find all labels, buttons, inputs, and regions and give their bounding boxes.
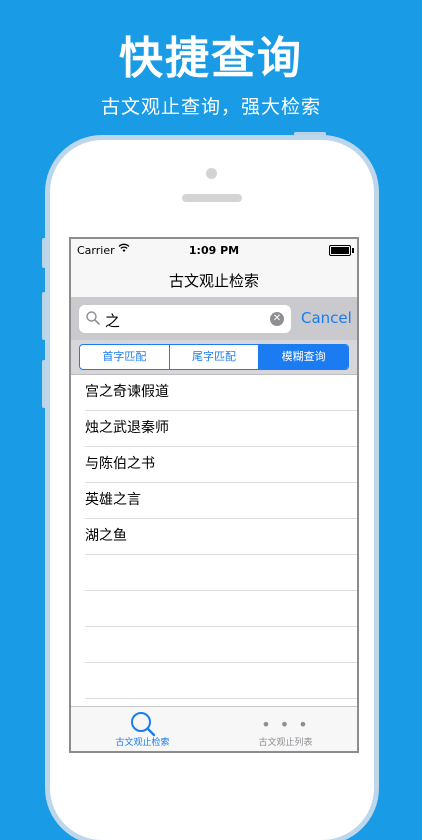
empty-row [85, 591, 357, 627]
search-input-value[interactable]: 之 [105, 310, 120, 331]
search-input[interactable]: 之 ✕ [79, 305, 291, 333]
battery-level-fill [331, 247, 349, 254]
phone-mute-switch [42, 238, 47, 268]
navigation-bar: 古文观止检索 [71, 261, 357, 298]
segment-fuzzy-search[interactable]: 模糊查询 [258, 345, 348, 369]
more-icon: • • • [261, 715, 310, 734]
search-mode-segmented-control: 首字匹配 尾字匹配 模糊查询 [79, 344, 349, 370]
list-item[interactable]: 英雄之言 [85, 483, 357, 519]
search-bar: 之 ✕ Cancel [71, 298, 357, 340]
empty-row [85, 627, 357, 663]
tab-search-label: 古文观止检索 [115, 738, 170, 748]
magnifier-icon [129, 710, 157, 738]
phone-frame: Carrier 1:09 PM 古文观止检索 之 ✕ Cancel 首字匹配 尾… [50, 140, 374, 840]
phone-volume-down [42, 360, 47, 408]
results-list: 宫之奇谏假道 烛之武退秦师 与陈伯之书 英雄之言 湖之鱼 [71, 375, 357, 699]
cancel-button[interactable]: Cancel [301, 309, 352, 327]
list-item[interactable]: 湖之鱼 [85, 519, 357, 555]
segment-suffix-match[interactable]: 尾字匹配 [168, 345, 259, 369]
tab-search[interactable]: 古文观止检索 [71, 707, 214, 751]
app-screen: Carrier 1:09 PM 古文观止检索 之 ✕ Cancel 首字匹配 尾… [69, 237, 359, 753]
nav-title: 古文观止检索 [168, 272, 259, 290]
segment-prefix-match[interactable]: 首字匹配 [80, 345, 169, 369]
list-item[interactable]: 宫之奇谏假道 [85, 375, 357, 411]
promo-headline: 快捷查询 [119, 33, 303, 84]
tab-bar: 古文观止检索 • • • 古文观止列表 [71, 706, 357, 751]
clear-search-icon[interactable]: ✕ [270, 312, 284, 326]
earpiece-speaker [182, 194, 242, 202]
list-item[interactable]: 烛之武退秦师 [85, 411, 357, 447]
promo-subline: 古文观止查询，强大检索 [100, 96, 321, 118]
tab-list[interactable]: • • • 古文观止列表 [214, 707, 357, 751]
front-camera [206, 168, 217, 179]
list-item[interactable]: 与陈伯之书 [85, 447, 357, 483]
status-bar: Carrier 1:09 PM [71, 239, 357, 261]
search-icon [85, 310, 101, 326]
empty-row [85, 555, 357, 591]
tab-list-label: 古文观止列表 [258, 738, 313, 748]
status-time: 1:09 PM [188, 244, 240, 257]
empty-row [85, 663, 357, 699]
battery-icon [329, 245, 354, 256]
phone-power-button [294, 132, 326, 138]
phone-volume-up [42, 292, 47, 340]
search-mode-bar: 首字匹配 尾字匹配 模糊查询 [71, 340, 357, 375]
